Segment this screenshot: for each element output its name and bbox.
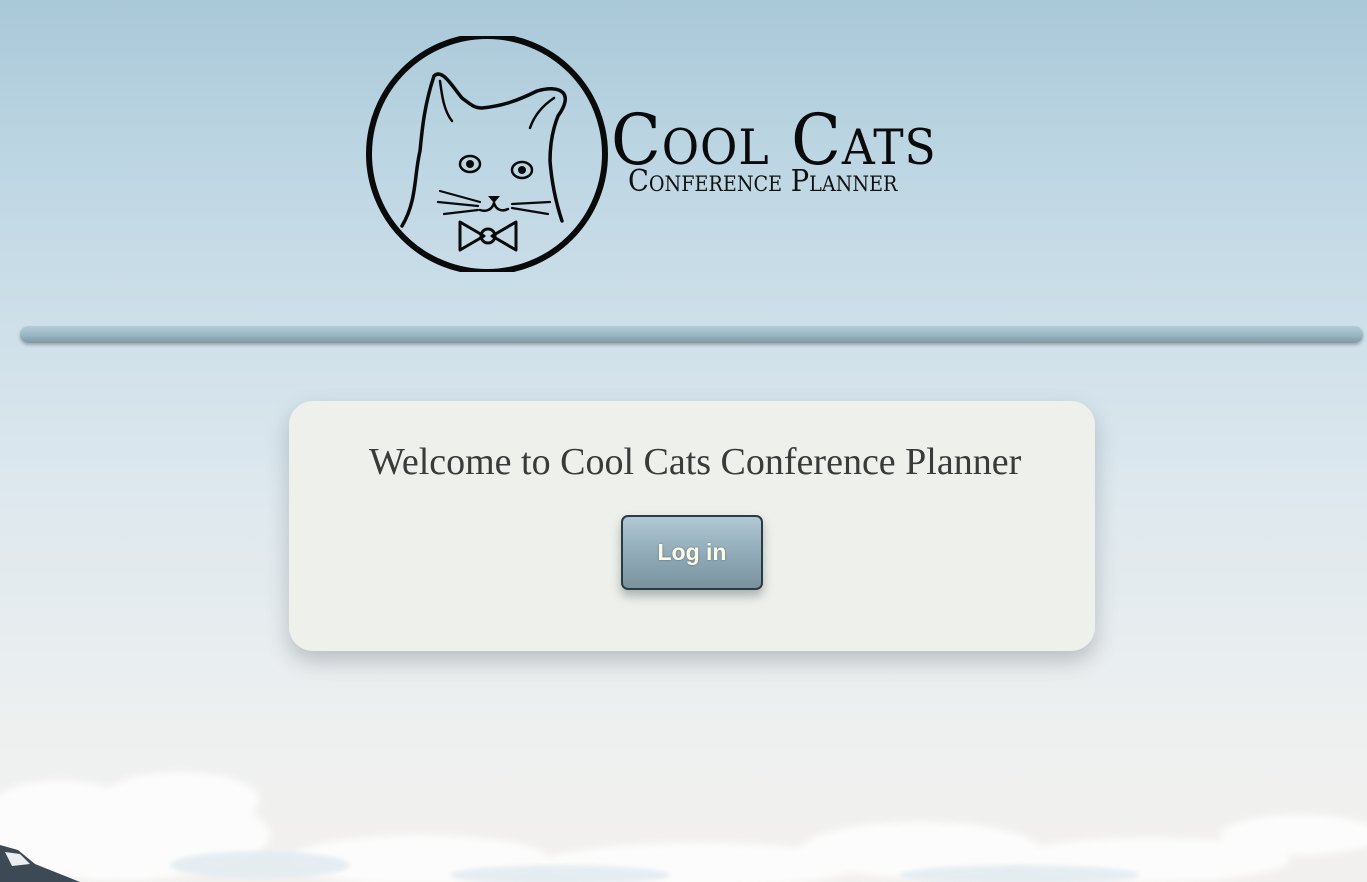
cat-with-bowtie-logo-icon (366, 36, 608, 272)
header: Cool Cats Conference Planner (0, 0, 1367, 300)
cloud-background (0, 772, 1367, 882)
welcome-card: Welcome to Cool Cats Conference Planner … (289, 401, 1095, 651)
welcome-heading: Welcome to Cool Cats Conference Planner (369, 441, 1022, 483)
login-button[interactable]: Log in (621, 515, 763, 590)
brand-subtitle: Conference Planner (628, 164, 898, 199)
header-divider (20, 326, 1363, 343)
